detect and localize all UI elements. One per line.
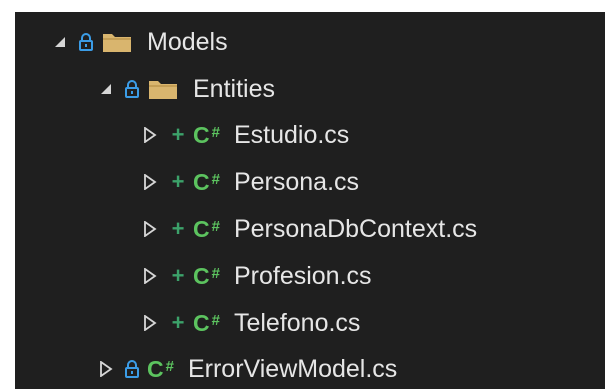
added-status-icon: +	[171, 216, 185, 241]
collapsed-arrow-icon[interactable]	[143, 170, 165, 194]
tree-item-label: Telefono.cs	[233, 308, 361, 337]
csharp-file-icon: C #	[193, 262, 220, 289]
collapsed-arrow-icon[interactable]	[99, 357, 121, 381]
csharp-file-icon: C #	[193, 168, 220, 195]
tree-item-models[interactable]: Models	[15, 18, 228, 66]
folder-icon	[147, 77, 179, 101]
tree-item-entities[interactable]: Entities	[15, 65, 275, 113]
folder-icon	[101, 30, 133, 54]
tree-item-label: Persona.cs	[233, 167, 360, 196]
added-status-icon: +	[171, 169, 185, 194]
csharp-file-icon: C #	[147, 355, 174, 382]
tree-item-label: Profesion.cs	[233, 261, 372, 290]
tree-item-file[interactable]: + C # Profesion.cs	[15, 252, 372, 300]
tree-item-file[interactable]: + C # Estudio.cs	[15, 111, 349, 159]
tree-item-label: ErrorViewModel.cs	[187, 354, 398, 383]
csharp-file-icon: C #	[193, 309, 220, 336]
collapsed-arrow-icon[interactable]	[143, 264, 165, 288]
tree-item-file[interactable]: + C # Persona.cs	[15, 158, 359, 206]
tree-item-error-view-model[interactable]: C # ErrorViewModel.cs	[15, 345, 397, 389]
tree-item-label: Models	[147, 27, 228, 56]
expanded-arrow-icon[interactable]	[53, 30, 75, 54]
lock-icon	[121, 357, 143, 381]
tree-item-file[interactable]: + C # PersonaDbContext.cs	[15, 205, 477, 253]
csharp-file-icon: C #	[193, 215, 220, 242]
tree-item-label: PersonaDbContext.cs	[233, 214, 478, 243]
added-status-icon: +	[171, 263, 185, 288]
collapsed-arrow-icon[interactable]	[143, 123, 165, 147]
collapsed-arrow-icon[interactable]	[143, 217, 165, 241]
tree-item-label: Entities	[193, 74, 275, 103]
lock-icon	[75, 30, 97, 54]
collapsed-arrow-icon[interactable]	[143, 311, 165, 335]
expanded-arrow-icon[interactable]	[99, 77, 121, 101]
added-status-icon: +	[171, 310, 185, 335]
lock-icon	[121, 77, 143, 101]
solution-explorer-panel: Models Entities + C # Estudio.cs + C # P…	[15, 12, 605, 389]
tree-item-file[interactable]: + C # Telefono.cs	[15, 299, 360, 347]
tree-item-label: Estudio.cs	[233, 120, 350, 149]
added-status-icon: +	[171, 122, 185, 147]
csharp-file-icon: C #	[193, 121, 220, 148]
